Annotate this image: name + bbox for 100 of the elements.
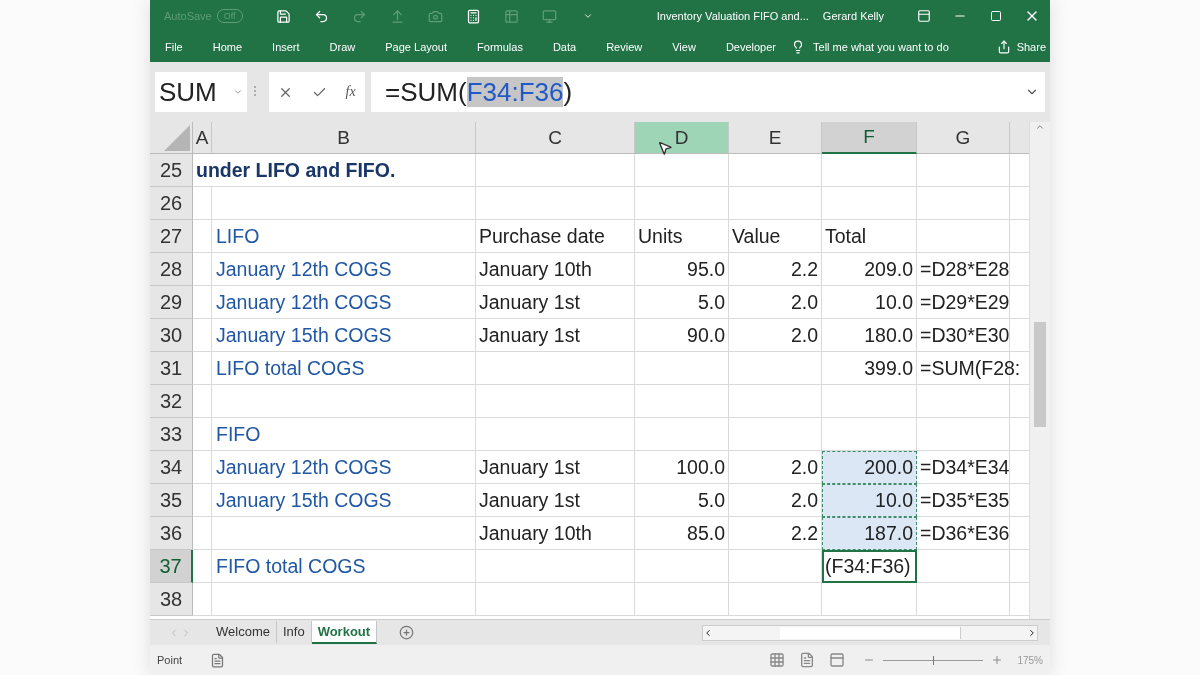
- empty-cell: [193, 517, 212, 550]
- share-icon: [996, 40, 1011, 54]
- insert-function-button[interactable]: fx: [345, 84, 356, 100]
- cell-text: Purchase date: [479, 224, 605, 248]
- scroll-thumb[interactable]: [1034, 322, 1046, 427]
- cell-text: January 10th: [479, 521, 592, 545]
- cell-text: 399.0: [864, 356, 913, 380]
- cell-text: under LIFO and FIFO.: [196, 158, 396, 182]
- ribbon-tab[interactable]: Draw: [314, 41, 371, 53]
- ribbon-tab[interactable]: Page Layout: [370, 41, 463, 53]
- cell-text: January 15th COGS: [215, 488, 392, 512]
- ribbon-tab[interactable]: Formulas: [462, 41, 538, 53]
- cell-text: 85.0: [687, 521, 725, 545]
- cell-text: 100.0: [676, 455, 725, 479]
- user-name[interactable]: Gerard Kelly: [822, 10, 884, 22]
- cell-text: 209.0: [864, 257, 913, 281]
- zoom-in-icon[interactable]: [991, 654, 1004, 666]
- row-header[interactable]: 34: [150, 451, 193, 484]
- cell-text: Value: [732, 224, 781, 248]
- cell-text: 2.2: [790, 257, 818, 281]
- cell-text: January 1st: [479, 290, 580, 314]
- lightbulb-icon: [791, 40, 805, 54]
- status-mode: Point: [157, 654, 183, 666]
- row-header[interactable]: 31: [150, 352, 193, 385]
- ribbon-tab[interactable]: File: [150, 41, 198, 53]
- column-header[interactable]: A: [193, 122, 212, 154]
- sheet-tab[interactable]: Welcome: [210, 621, 277, 644]
- cell-text: LIFO total COGS: [215, 356, 365, 380]
- cell-text: 187.0: [864, 522, 913, 545]
- cell-text: 10.0: [875, 489, 913, 512]
- column-header[interactable]: F: [822, 122, 917, 154]
- ribbon-tab[interactable]: Review: [591, 41, 658, 53]
- cell-text: 2.0: [790, 290, 818, 314]
- cell-text: =D35*E35: [920, 488, 1010, 512]
- cell-text: 180.0: [864, 323, 913, 347]
- ribbon-tab[interactable]: Home: [197, 41, 258, 53]
- cell-text: 2.0: [790, 488, 818, 512]
- vertical-scrollbar[interactable]: [1029, 122, 1050, 619]
- select-all-corner[interactable]: [150, 122, 193, 154]
- cell-text: January 10th: [479, 257, 592, 281]
- cell-text: January 12th COGS: [215, 290, 392, 314]
- sheet-tab[interactable]: Workout: [311, 621, 378, 644]
- cell-text: January 15th COGS: [215, 323, 392, 347]
- ribbon-tab[interactable]: View: [657, 41, 711, 53]
- scroll-left-icon[interactable]: [703, 627, 713, 638]
- cell-text: 5.0: [697, 290, 725, 314]
- cell-text: LIFO: [215, 224, 260, 248]
- empty-cell: [193, 583, 212, 616]
- page-break-icon[interactable]: [829, 652, 846, 668]
- cell-text: 5.0: [697, 488, 725, 512]
- row-header[interactable]: 26: [150, 187, 193, 220]
- cell-text: Units: [638, 224, 683, 248]
- cell-text: 200.0: [864, 456, 913, 479]
- dropdown-caret-icon[interactable]: [233, 87, 243, 97]
- column-header[interactable]: G: [917, 122, 1010, 154]
- cell-text: =D36*E36: [920, 521, 1010, 545]
- cell-text: 90.0: [687, 323, 725, 347]
- column-header[interactable]: D: [635, 122, 729, 154]
- formula-field[interactable]: =SUM(F34:F36): [371, 72, 1045, 112]
- name-box[interactable]: SUM: [155, 72, 247, 112]
- cell-text: 95.0: [687, 257, 725, 281]
- ribbon-tab[interactable]: Insert: [257, 41, 315, 53]
- row-header[interactable]: 38: [150, 583, 193, 616]
- cell-text: =D28*E28: [920, 257, 1010, 281]
- row-header[interactable]: 32: [150, 385, 193, 418]
- horizontal-scrollbar[interactable]: [702, 624, 1038, 641]
- drag-handle-icon[interactable]: [253, 84, 257, 97]
- cell-text: =D29*E29: [920, 290, 1010, 314]
- ribbon-tab[interactable]: Data: [537, 41, 592, 53]
- add-sheet-icon[interactable]: [399, 625, 415, 640]
- row-header[interactable]: 28: [150, 253, 193, 286]
- cell-text: January 1st: [479, 455, 580, 479]
- row-header[interactable]: 37: [150, 550, 193, 583]
- macro-record-icon[interactable]: [210, 652, 226, 668]
- cell-text: FIFO: [215, 422, 261, 446]
- scroll-up-icon[interactable]: [1035, 122, 1045, 132]
- page-layout-icon[interactable]: [799, 652, 816, 668]
- tell-me-field[interactable]: Tell me what you want to do: [813, 41, 949, 53]
- row-header[interactable]: 27: [150, 220, 193, 253]
- row-header[interactable]: 36: [150, 517, 193, 550]
- cell-text: 10.0: [875, 290, 913, 314]
- row-header[interactable]: 29: [150, 286, 193, 319]
- scroll-right-icon[interactable]: [1027, 627, 1037, 638]
- row-header[interactable]: 30: [150, 319, 193, 352]
- sheet-tab[interactable]: Info: [276, 621, 312, 644]
- empty-cell: [193, 385, 212, 418]
- row-header[interactable]: 25: [150, 154, 193, 187]
- share-button[interactable]: Share: [996, 40, 1046, 54]
- cell-text: 2.2: [790, 521, 818, 545]
- cell-text: January 1st: [479, 323, 580, 347]
- cell-text: January 12th COGS: [215, 257, 392, 281]
- column-header[interactable]: B: [212, 122, 476, 154]
- autosave-label: AutoSave: [164, 10, 212, 22]
- row-header[interactable]: 35: [150, 484, 193, 517]
- ribbon-tab[interactable]: Developer: [710, 41, 791, 53]
- cell-text: January 12th COGS: [215, 455, 392, 479]
- cell-text: (F34:F36): [825, 554, 911, 578]
- document-title: Inventory Valuation FIFO and...: [656, 10, 809, 22]
- row-header[interactable]: 33: [150, 418, 193, 451]
- normal-view-icon[interactable]: [769, 652, 786, 668]
